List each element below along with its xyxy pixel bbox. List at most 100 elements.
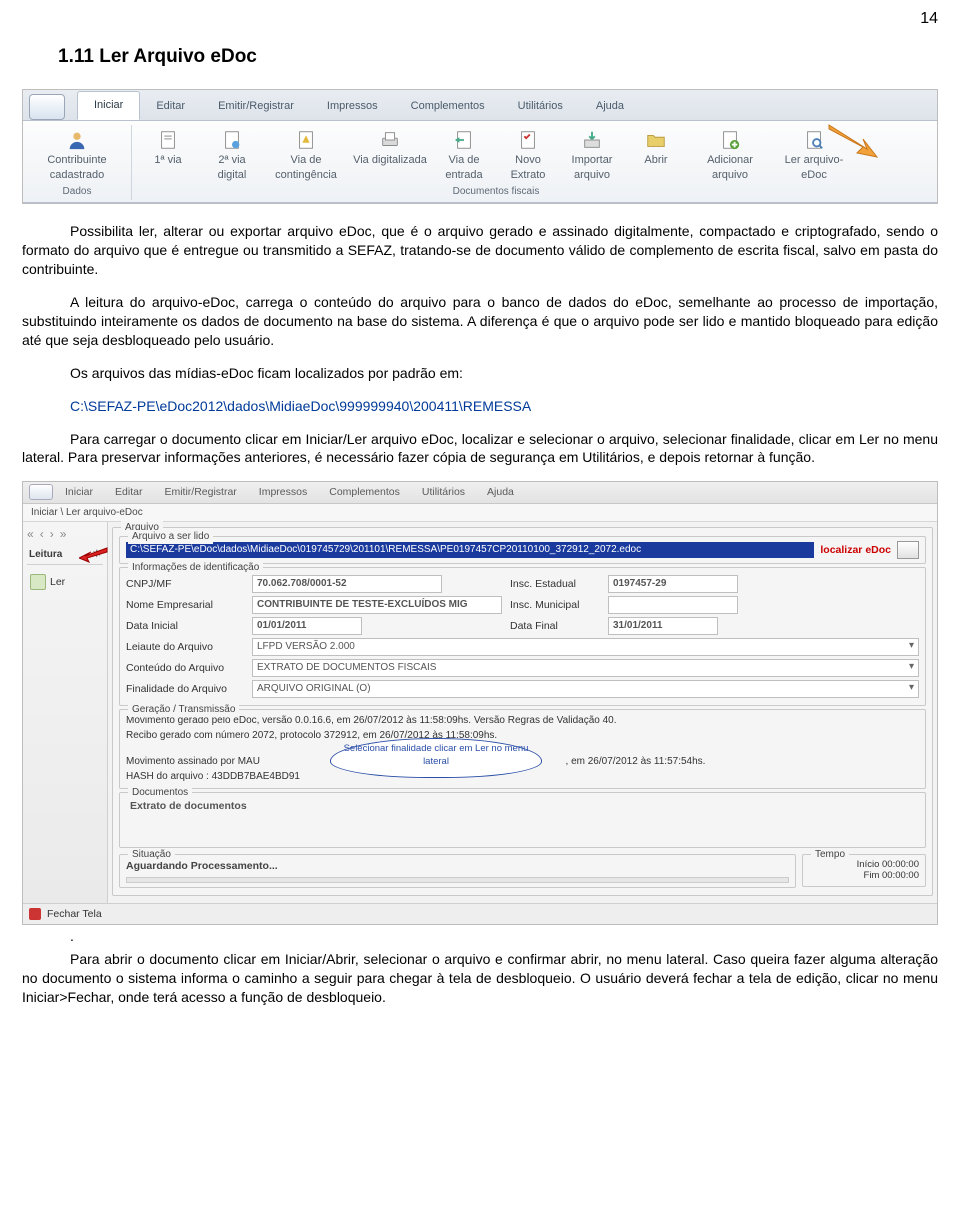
btn-label: Via digitalizada <box>353 153 427 168</box>
tab-utilitarios[interactable]: Utilitários <box>502 93 580 120</box>
main-panel: Arquivo Arquivo a ser lido C:\SEFAZ-PE\e… <box>108 522 937 903</box>
import-icon <box>579 129 605 151</box>
fieldset-geracao: Geração / Transmissão Movimento gerado p… <box>119 709 926 789</box>
menu-utilitarios[interactable]: Utilitários <box>422 485 465 499</box>
btn-label: Adicionar arquivo <box>692 153 768 183</box>
file-search-icon <box>801 129 827 151</box>
btn-adicionar-arquivo[interactable]: Adicionar arquivo <box>690 127 770 183</box>
btn-via-entrada[interactable]: Via de entrada <box>434 127 494 183</box>
tab-emitir[interactable]: Emitir/Registrar <box>202 93 311 120</box>
btn-novo-extrato[interactable]: Novo Extrato <box>498 127 558 183</box>
group-docfiscais-label: Documentos fiscais <box>138 185 854 199</box>
field-finalidade[interactable]: ARQUIVO ORIGINAL (O) <box>252 680 919 698</box>
lbl-finalidade: Finalidade do Arquivo <box>126 682 244 696</box>
lbl-insc-mun: Insc. Municipal <box>510 598 600 612</box>
btn-label: Contribuinte cadastrado <box>31 153 123 183</box>
btn-label: Abrir <box>644 153 667 168</box>
tab-iniciar[interactable]: Iniciar <box>77 91 140 120</box>
sidebar-leitura: « ‹ › » Leitura ✶ Ler <box>23 522 108 903</box>
ger-line3b: , em 26/07/2012 às 11:57:54hs. <box>566 756 706 767</box>
legend-info: Informações de identificação <box>128 561 263 575</box>
btn-abrir[interactable]: Abrir <box>626 127 686 183</box>
field-conteudo[interactable]: EXTRATO DE DOCUMENTOS FISCAIS <box>252 659 919 677</box>
legend-documentos: Documentos <box>128 786 192 800</box>
menu-impressos[interactable]: Impressos <box>259 485 307 499</box>
btn-label: Via de entrada <box>436 153 492 183</box>
paragraph-2: A leitura do arquivo-eDoc, carrega o con… <box>22 293 938 350</box>
btn-via-contingencia[interactable]: Via de contingência <box>266 127 346 183</box>
btn-importar-arquivo[interactable]: Importar arquivo <box>562 127 622 183</box>
fieldset-arquivo: Arquivo Arquivo a ser lido C:\SEFAZ-PE\e… <box>112 527 933 896</box>
app-orb-button[interactable] <box>29 94 65 120</box>
btn-label: 1ª via <box>154 153 181 168</box>
field-leiaute[interactable]: LFPD VERSÃO 2.000 <box>252 638 919 656</box>
ger-line1: Movimento gerado pelo eDoc, versão 0.0.1… <box>126 714 919 729</box>
lbl-leiaute: Leiaute do Arquivo <box>126 640 244 654</box>
tab-impressos[interactable]: Impressos <box>311 93 395 120</box>
legend-aserlido: Arquivo a ser lido <box>128 530 213 544</box>
situacao-text: Aguardando Processamento... <box>126 859 789 873</box>
page-number: 14 <box>0 0 960 30</box>
btn-label: Novo Extrato <box>500 153 556 183</box>
btn-label: 2ª via digital <box>204 153 260 183</box>
menu-emitir[interactable]: Emitir/Registrar <box>164 485 236 499</box>
field-data-inicial[interactable]: 01/01/2011 <box>252 617 362 635</box>
menu-bar: Iniciar Editar Emitir/Registrar Impresso… <box>23 482 937 503</box>
nav-prev-icon[interactable]: ‹ <box>40 526 44 542</box>
paragraph-3: Os arquivos das mídias-eDoc ficam locali… <box>22 364 938 383</box>
sidebar-ler-button[interactable]: Ler <box>27 571 103 593</box>
tempo-fim: Fim 00:00:00 <box>809 870 919 881</box>
nav-last-icon[interactable]: » <box>60 526 67 542</box>
documentos-text: Extrato de documentos <box>126 797 919 815</box>
btn-2via-digital[interactable]: 2ª via digital <box>202 127 262 183</box>
document-in-icon <box>451 129 477 151</box>
field-insc-mun[interactable] <box>608 596 738 614</box>
file-add-icon <box>717 129 743 151</box>
legend-tempo: Tempo <box>811 848 849 862</box>
nav-first-icon[interactable]: « <box>27 526 34 542</box>
lbl-insc-est: Insc. Estadual <box>510 577 600 591</box>
tab-complementos[interactable]: Complementos <box>395 93 502 120</box>
legend-situacao: Situação <box>128 848 175 862</box>
paragraph-5: Para abrir o documento clicar em Iniciar… <box>22 950 938 1007</box>
tab-ajuda[interactable]: Ajuda <box>580 93 641 120</box>
checklist-icon <box>515 129 541 151</box>
btn-1via[interactable]: 1ª via <box>138 127 198 183</box>
person-icon <box>64 129 90 151</box>
nav-next-icon[interactable]: › <box>50 526 54 542</box>
document-alert-icon <box>293 129 319 151</box>
sidebar-nav-arrows[interactable]: « ‹ › » <box>27 526 103 542</box>
lbl-data-inicial: Data Inicial <box>126 619 244 633</box>
field-data-final[interactable]: 31/01/2011 <box>608 617 718 635</box>
ler-icon <box>30 574 46 590</box>
field-insc-est[interactable]: 0197457-29 <box>608 575 738 593</box>
fieldset-tempo: Tempo Início 00:00:00 Fim 00:00:00 <box>802 854 926 887</box>
menu-complementos[interactable]: Complementos <box>329 485 400 499</box>
file-path-field[interactable]: C:\SEFAZ-PE\eDoc\dados\MidiaeDoc\0197457… <box>126 542 814 558</box>
menu-ajuda[interactable]: Ajuda <box>487 485 514 499</box>
menu-iniciar[interactable]: Iniciar <box>65 485 93 499</box>
footer-bar: Fechar Tela <box>23 903 937 924</box>
field-nome[interactable]: CONTRIBUINTE DE TESTE-EXCLUÍDOS MIG <box>252 596 502 614</box>
dot-line: . <box>22 927 938 946</box>
scanner-icon <box>377 129 403 151</box>
field-cnpj[interactable]: 70.062.708/0001-52 <box>252 575 442 593</box>
paragraph-4: Para carregar o documento clicar em Inic… <box>22 430 938 468</box>
fieldset-info: Informações de identificação CNPJ/MF 70.… <box>119 567 926 706</box>
fechar-tela-button[interactable]: Fechar Tela <box>47 907 102 921</box>
menu-editar[interactable]: Editar <box>115 485 142 499</box>
localizar-label: localizar eDoc <box>820 543 891 557</box>
ger-line3a: Movimento assinado por MAU <box>126 756 260 767</box>
breadcrumb: Iniciar \ Ler arquivo-eDoc <box>23 504 937 523</box>
tab-editar[interactable]: Editar <box>140 93 202 120</box>
btn-via-digitalizada[interactable]: Via digitalizada <box>350 127 430 183</box>
ribbon-tabs: Iniciar Editar Emitir/Registrar Impresso… <box>23 90 937 121</box>
btn-contribuinte-cadastrado[interactable]: Contribuinte cadastrado <box>29 127 125 183</box>
app-orb-small[interactable] <box>29 484 53 500</box>
fieldset-aserlido: Arquivo a ser lido C:\SEFAZ-PE\eDoc\dado… <box>119 536 926 564</box>
screenshot-ribbon: Iniciar Editar Emitir/Registrar Impresso… <box>22 89 938 204</box>
close-icon[interactable] <box>29 908 41 920</box>
browse-button[interactable] <box>897 541 919 559</box>
document-digital-icon <box>219 129 245 151</box>
lbl-data-final: Data Final <box>510 619 600 633</box>
